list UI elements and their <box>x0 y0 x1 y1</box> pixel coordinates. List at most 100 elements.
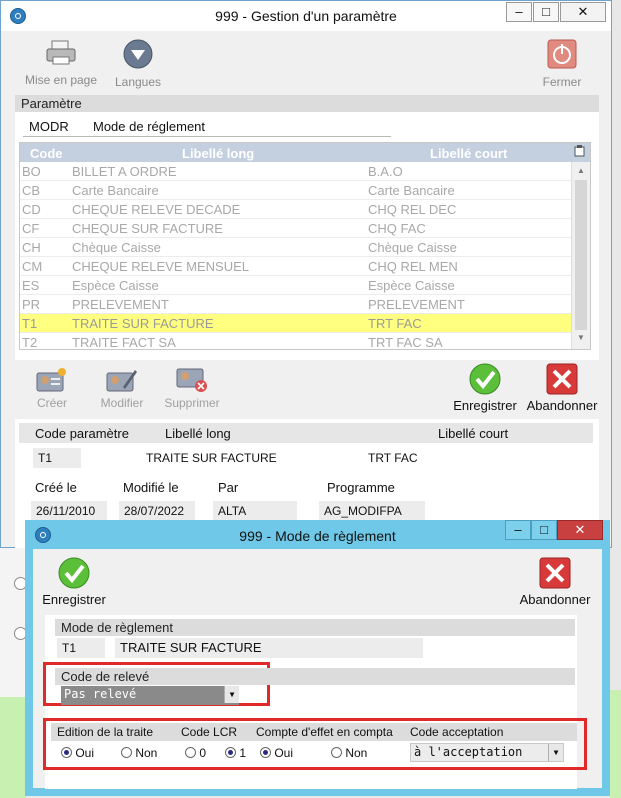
dialog-minimize-button[interactable]: – <box>505 520 531 540</box>
scroll-up-icon[interactable]: ▲ <box>575 166 587 178</box>
lcr-0-option[interactable]: 0 <box>185 746 206 760</box>
program-field: AG_MODIFPA <box>319 501 425 521</box>
chevron-down-icon[interactable]: ▼ <box>548 744 563 761</box>
modify-button[interactable]: Modifier <box>93 367 151 410</box>
column-header-short[interactable]: Libellé court <box>430 146 507 161</box>
table-row[interactable]: T2 TRAITE FACT SA TRT FAC SA <box>20 333 572 349</box>
cancel-label: Abandonner <box>526 398 598 413</box>
close-window-button[interactable]: ✕ <box>560 2 606 22</box>
table-row[interactable]: T1 TRAITE SUR FACTURE TRT FAC <box>20 314 572 333</box>
minimize-button[interactable]: – <box>506 2 532 22</box>
table-row[interactable]: ES Espèce Caisse Espèce Caisse <box>20 276 572 295</box>
radio-unselected[interactable] <box>185 747 196 758</box>
radio-unselected[interactable] <box>331 747 342 758</box>
cancel-button[interactable]: Abandonner <box>526 363 598 413</box>
radio-unselected[interactable] <box>121 747 132 758</box>
cell-short: B.A.O <box>368 164 403 179</box>
create-button[interactable]: Créer <box>27 367 77 410</box>
table-row[interactable]: CB Carte Bancaire Carte Bancaire <box>20 181 572 200</box>
table-row[interactable]: CD CHEQUE RELEVE DECADE CHQ REL DEC <box>20 200 572 219</box>
cell-long: Carte Bancaire <box>72 183 159 198</box>
window-titlebar: 999 - Gestion d'un paramètre – □ ✕ <box>1 1 611 31</box>
save-button[interactable]: Enregistrer <box>451 363 519 413</box>
table-row[interactable]: PR PRELEVEMENT PRELEVEMENT <box>20 295 572 314</box>
cell-short: Carte Bancaire <box>368 183 455 198</box>
power-icon <box>536 39 588 72</box>
lcr-0-text: 0 <box>199 746 207 760</box>
dialog-cancel-button[interactable]: Abandonner <box>517 557 593 607</box>
compte-non-option[interactable]: Non <box>331 746 367 760</box>
chevron-down-icon[interactable]: ▼ <box>224 686 239 703</box>
compte-label: Compte d'effet en compta <box>256 725 393 739</box>
id-card-add-icon <box>36 368 66 392</box>
cell-short: CHQ FAC <box>368 221 426 236</box>
languages-button[interactable]: Langues <box>107 39 169 89</box>
modify-label: Modifier <box>100 396 144 410</box>
lcr-1-text: 1 <box>239 746 247 760</box>
edition-label: Edition de la traite <box>57 725 154 739</box>
radio-selected[interactable] <box>260 747 271 758</box>
cell-code: CF <box>22 221 40 236</box>
radio-selected[interactable] <box>61 747 72 758</box>
compte-oui-text: Oui <box>274 746 294 760</box>
modified-by-field: ALTA <box>213 501 297 521</box>
short-label-heading: Libellé court <box>438 426 509 441</box>
dialog-maximize-button[interactable]: □ <box>531 520 557 540</box>
checkmark-icon <box>58 557 90 589</box>
parameter-label: Mode de réglement <box>93 119 206 134</box>
column-header-code[interactable]: Code <box>30 146 63 161</box>
delete-button[interactable]: Supprimer <box>159 367 225 410</box>
cell-short: Espèce Caisse <box>368 278 455 293</box>
values-table[interactable]: Code Libellé long Libellé court BO BILLET… <box>19 142 591 350</box>
dialog-save-label: Enregistrer <box>42 592 106 607</box>
code-param-field[interactable]: T1 <box>33 448 81 468</box>
table-row[interactable]: CF CHEQUE SUR FACTURE CHQ FAC <box>20 219 572 238</box>
table-row[interactable]: CM CHEQUE RELEVE MENSUEL CHQ REL MEN <box>20 257 572 276</box>
maximize-button[interactable]: □ <box>533 2 559 22</box>
print-setup-button[interactable]: Mise en page <box>19 39 103 87</box>
close-toolbar-button[interactable]: Fermer <box>536 39 588 89</box>
short-label-field[interactable]: TRT FAC <box>363 448 531 468</box>
cell-short: PRELEVEMENT <box>368 297 465 312</box>
id-card-delete-icon <box>176 368 207 392</box>
checkmark-icon <box>469 363 501 395</box>
cell-long: CHEQUE RELEVE DECADE <box>72 202 241 217</box>
edition-oui-text: Oui <box>75 746 95 760</box>
releve-dropdown[interactable]: Pas relevé ▼ <box>61 686 239 705</box>
cell-code: T1 <box>22 316 38 331</box>
scroll-down-icon[interactable]: ▼ <box>575 333 587 345</box>
payment-mode-dialog: 999 - Mode de règlement – □ ✕ Enregistre… <box>25 520 610 796</box>
cell-long: CHEQUE SUR FACTURE <box>72 221 223 236</box>
background-green-area <box>0 697 26 798</box>
edition-non-option[interactable]: Non <box>121 746 157 760</box>
table-row[interactable]: CH Chèque Caisse Chèque Caisse <box>20 238 572 257</box>
radio-selected[interactable] <box>225 747 236 758</box>
compte-oui-option[interactable]: Oui <box>260 746 293 760</box>
dialog-body: Enregistrer Abandonner Mode de règlement… <box>33 549 602 789</box>
modified-date-field: 28/07/2022 <box>119 501 195 521</box>
table-body: BO BILLET A ORDRE B.A.O CB Carte Bancaire Car… <box>20 162 572 349</box>
cell-code: ES <box>22 278 40 293</box>
created-label: Créé le <box>35 480 77 495</box>
printer-icon <box>19 39 103 70</box>
table-row[interactable]: BO BILLET A ORDRE B.A.O <box>20 162 572 181</box>
table-scrollbar[interactable]: ▲ ▼ <box>571 162 590 349</box>
edition-oui-option[interactable]: Oui <box>61 746 94 760</box>
acceptation-dropdown[interactable]: à l'acceptation ▼ <box>410 743 564 762</box>
cell-code: CD <box>22 202 41 217</box>
lcr-1-option[interactable]: 1 <box>225 746 246 760</box>
dialog-close-button[interactable]: ✕ <box>557 520 603 540</box>
cell-long: Espèce Caisse <box>72 278 159 293</box>
scroll-thumb[interactable] <box>575 180 587 330</box>
dialog-save-button[interactable]: Enregistrer <box>37 557 111 607</box>
cell-code: BO <box>22 164 41 179</box>
long-label-field[interactable]: TRAITE SUR FACTURE <box>141 448 329 468</box>
mode-label-field: TRAITE SUR FACTURE <box>115 638 423 658</box>
code-param-label: Code paramètre <box>35 426 129 441</box>
table-settings-icon[interactable] <box>574 145 585 160</box>
column-header-long[interactable]: Libellé long <box>182 146 254 161</box>
mode-heading: Mode de règlement <box>55 619 575 636</box>
save-label: Enregistrer <box>453 398 517 413</box>
modified-label: Modifié le <box>123 480 179 495</box>
program-label: Programme <box>327 480 395 495</box>
